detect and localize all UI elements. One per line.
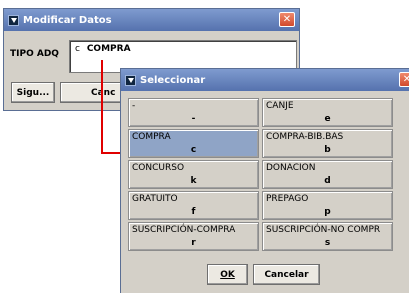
ok-label: OK bbox=[220, 269, 235, 280]
option-code: e bbox=[324, 114, 331, 124]
option-cell[interactable]: PREPAGO p bbox=[262, 191, 393, 220]
option-cell[interactable]: DONACION d bbox=[262, 160, 393, 189]
option-cell[interactable]: GRATUITO f bbox=[128, 191, 259, 220]
option-code: c bbox=[190, 145, 197, 155]
close-icon[interactable]: ✕ bbox=[279, 12, 295, 27]
option-name: SUSCRIPCIÓN-NO COMPR bbox=[266, 225, 381, 235]
app-icon bbox=[125, 74, 136, 86]
option-cell[interactable]: CANJE e bbox=[262, 98, 393, 127]
option-code: d bbox=[324, 176, 331, 186]
option-cell[interactable]: -- bbox=[128, 98, 259, 127]
cancelar-button-back[interactable]: Canc bbox=[60, 82, 124, 103]
option-cell[interactable]: CONCURSO k bbox=[128, 160, 259, 189]
app-icon bbox=[8, 14, 19, 26]
seleccionar-title: Seleccionar bbox=[140, 74, 206, 86]
tipo-adq-code: c bbox=[75, 44, 80, 54]
option-cell[interactable]: COMPRA-BIB.BAS b bbox=[262, 129, 393, 158]
tipo-adq-value: COMPRA bbox=[86, 44, 131, 54]
modificar-title: Modificar Datos bbox=[23, 14, 112, 26]
option-name: PREPAGO bbox=[266, 194, 309, 204]
cancelar-button[interactable]: Cancelar bbox=[253, 264, 320, 285]
option-code: s bbox=[324, 238, 331, 248]
connector-line-vertical bbox=[101, 60, 103, 153]
option-name: GRATUITO bbox=[132, 194, 178, 204]
option-name: CONCURSO bbox=[132, 163, 185, 173]
seleccionar-titlebar[interactable]: Seleccionar ✕ bbox=[121, 69, 409, 91]
option-name: COMPRA-BIB.BAS bbox=[266, 132, 344, 142]
tipo-adq-label: TIPO ADQ bbox=[10, 49, 59, 59]
option-code: f bbox=[191, 207, 196, 217]
option-name: SUSCRIPCIÓN-COMPRA bbox=[132, 225, 236, 235]
option-code: r bbox=[191, 238, 196, 248]
option-name: DONACION bbox=[266, 163, 316, 173]
option-cell[interactable]: SUSCRIPCIÓN-NO COMPR s bbox=[262, 222, 393, 251]
ok-button[interactable]: OK bbox=[207, 264, 248, 285]
option-cell[interactable]: SUSCRIPCIÓN-COMPRA r bbox=[128, 222, 259, 251]
option-code: b bbox=[324, 145, 331, 155]
seleccionar-dialog: Seleccionar ✕ - - CANJE e COMPRA c COMPRA-BIB.… bbox=[120, 68, 409, 293]
option-name: COMPRA bbox=[132, 132, 171, 142]
option-code: k bbox=[190, 176, 197, 186]
option-code: p bbox=[324, 207, 331, 217]
option-code: - bbox=[191, 114, 196, 124]
close-icon[interactable]: ✕ bbox=[399, 72, 409, 87]
modificar-titlebar[interactable]: Modificar Datos ✕ bbox=[4, 9, 299, 31]
option-name: - bbox=[132, 101, 136, 111]
option-cell[interactable]: COMPRA c bbox=[128, 129, 259, 158]
option-name: CANJE bbox=[266, 101, 294, 111]
siguiente-button[interactable]: Sigu... bbox=[11, 82, 55, 103]
